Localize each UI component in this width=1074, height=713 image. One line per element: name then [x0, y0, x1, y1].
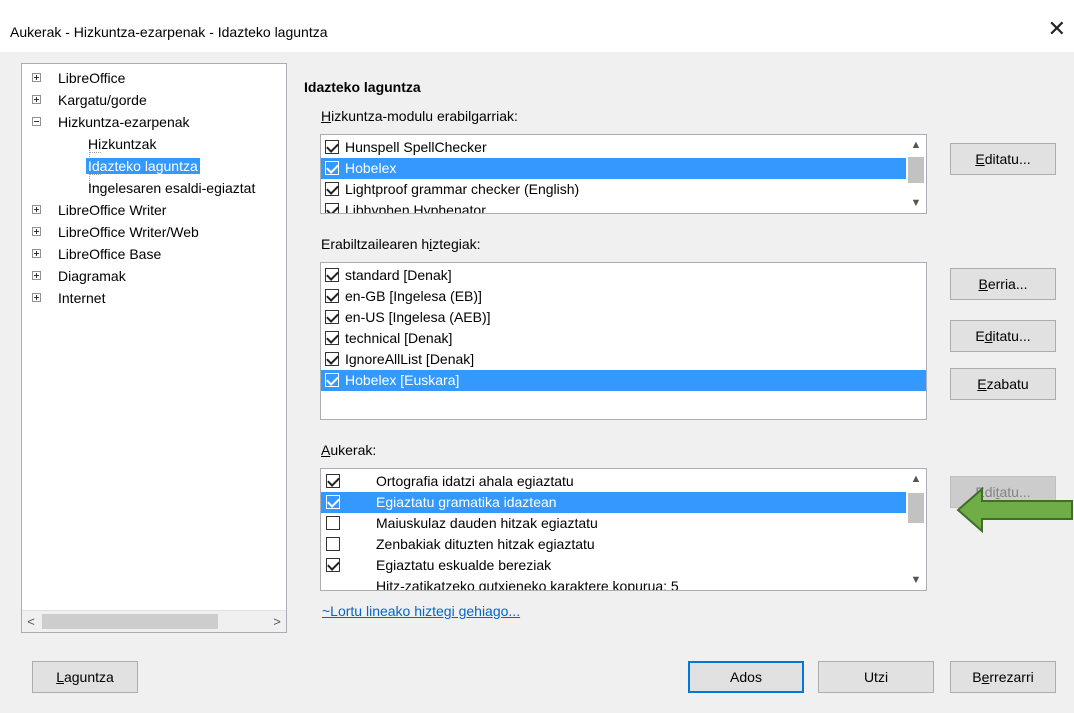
modules-scrollbar[interactable]: ▲ ▼ — [906, 135, 926, 213]
expand-icon[interactable] — [32, 271, 41, 280]
checkbox[interactable] — [325, 161, 339, 175]
list-item[interactable]: Hunspell SpellChecker — [321, 137, 906, 158]
tree-item-libreoffice-writer-web[interactable]: LibreOffice Writer/Web — [32, 221, 199, 243]
checkbox[interactable] — [325, 331, 339, 345]
page-title: Idazteko laguntza — [304, 79, 421, 95]
tree-item-label: Hizkuntza-ezarpenak — [58, 114, 190, 130]
scroll-right-icon[interactable]: > — [268, 611, 286, 632]
more-dictionaries-link[interactable]: ~Lortu lineako hiztegi gehiago... — [322, 603, 520, 619]
tree-item-label: Ingelesaren esaldi-egiaztat — [88, 180, 256, 196]
list-item[interactable]: Hitz-zatikatzeko gutxieneko karaktere ko… — [321, 576, 906, 590]
tree-item-label: Kargatu/gorde — [58, 92, 147, 108]
title-bar: Aukerak - Hizkuntza-ezarpenak - Idazteko… — [0, 0, 1074, 52]
scroll-up-icon[interactable]: ▲ — [906, 469, 926, 489]
checkbox[interactable] — [325, 310, 339, 324]
options-list[interactable]: Ortografia idatzi ahala egiaztatu Egiazt… — [320, 468, 927, 591]
checkbox[interactable] — [326, 495, 340, 509]
list-item[interactable]: Lightproof grammar checker (English) — [321, 179, 906, 200]
expand-icon[interactable] — [32, 95, 41, 104]
checkbox[interactable] — [326, 516, 340, 530]
checkbox[interactable] — [326, 558, 340, 572]
list-item[interactable]: IgnoreAllList [Denak] — [321, 349, 926, 370]
modules-edit-button[interactable]: Editatu... — [950, 143, 1056, 175]
tree-item-label: Diagramak — [58, 268, 126, 284]
tree-item-label: LibreOffice Writer — [58, 202, 167, 218]
list-item[interactable]: Hobelex — [321, 158, 906, 179]
checkbox[interactable] — [326, 537, 340, 551]
close-icon[interactable]: ✕ — [1048, 18, 1066, 40]
tree-item-kargatu-gorde[interactable]: Kargatu/gorde — [32, 89, 147, 111]
tree-item-label: LibreOffice Writer/Web — [58, 224, 199, 240]
tree-item-label: Internet — [58, 290, 106, 306]
checkbox[interactable] — [325, 373, 339, 387]
scrollbar-thumb[interactable] — [42, 614, 218, 629]
list-item[interactable]: Zenbakiak dituzten hitzak egiaztatu — [321, 534, 906, 555]
arrow-shape — [956, 486, 1073, 534]
scroll-down-icon[interactable]: ▼ — [906, 570, 926, 590]
new-dictionary-button[interactable]: Berria... — [950, 268, 1056, 300]
list-item[interactable]: standard [Denak] — [321, 265, 926, 286]
list-item[interactable]: Egiaztatu gramatika idaztean — [321, 492, 906, 513]
list-item[interactable]: Ortografia idatzi ahala egiaztatu — [321, 471, 906, 492]
scroll-down-icon[interactable]: ▼ — [906, 193, 926, 213]
list-item[interactable]: en-GB [Ingelesa (EB)] — [321, 286, 926, 307]
window-title: Aukerak - Hizkuntza-ezarpenak - Idazteko… — [10, 24, 328, 40]
modules-label: Hizkuntza-modulu erabilgarriak: — [321, 108, 518, 124]
green-arrow-icon — [956, 486, 1073, 534]
checkbox[interactable] — [325, 182, 339, 196]
tree-item-label: LibreOffice Base — [58, 246, 162, 262]
tree-item-internet[interactable]: Internet — [32, 287, 105, 309]
expand-icon[interactable] — [32, 227, 41, 236]
options-label: Aukerak: — [321, 442, 377, 458]
scrollbar-thumb[interactable] — [908, 493, 924, 523]
list-item[interactable]: technical [Denak] — [321, 328, 926, 349]
modules-list[interactable]: Hunspell SpellChecker Hobelex Lightproof… — [320, 134, 927, 214]
list-item[interactable]: Libhyphen Hyphenator — [321, 200, 906, 213]
checkbox[interactable] — [326, 474, 340, 488]
checkbox[interactable] — [325, 268, 339, 282]
expand-icon[interactable] — [32, 249, 41, 258]
checkbox[interactable] — [325, 352, 339, 366]
edit-dictionary-button[interactable]: Editatu... — [950, 320, 1056, 352]
checkbox[interactable] — [325, 289, 339, 303]
tree-item-label: LibreOffice — [58, 70, 126, 86]
checkbox[interactable] — [325, 140, 339, 154]
scroll-left-icon[interactable]: < — [22, 611, 40, 632]
expand-icon[interactable] — [32, 205, 41, 214]
expand-icon[interactable] — [32, 293, 41, 302]
list-item[interactable]: Egiaztatu eskualde bereziak — [321, 555, 906, 576]
tree-item-idazteko-laguntza[interactable]: Idazteko laguntza — [86, 155, 200, 177]
delete-dictionary-button[interactable]: Ezabatu — [950, 368, 1056, 400]
list-item[interactable]: Maiuskulaz dauden hitzak egiaztatu — [321, 513, 906, 534]
checkbox[interactable] — [325, 203, 339, 213]
tree-item-libreoffice-writer[interactable]: LibreOffice Writer — [32, 199, 166, 221]
expand-icon[interactable] — [32, 73, 41, 82]
tree-item-libreoffice[interactable]: LibreOffice — [32, 67, 125, 89]
ok-button[interactable]: Ados — [688, 661, 804, 693]
tree-item-label: Hizkuntzak — [88, 136, 157, 152]
tree-item-ingelesaren-esaldi[interactable]: Ingelesaren esaldi-egiaztat — [88, 177, 255, 199]
tree-item-libreoffice-base[interactable]: LibreOffice Base — [32, 243, 161, 265]
collapse-icon[interactable] — [32, 117, 41, 126]
options-tree[interactable]: LibreOffice Kargatu/gorde Hizkuntza-ezar… — [21, 63, 287, 633]
scrollbar-thumb[interactable] — [908, 157, 924, 183]
cancel-button[interactable]: Utzi — [818, 661, 934, 693]
list-item[interactable]: Hobelex [Euskara] — [321, 370, 926, 391]
tree-item-label: Idazteko laguntza — [86, 158, 200, 174]
dictionaries-list[interactable]: standard [Denak] en-GB [Ingelesa (EB)] e… — [320, 262, 927, 420]
options-scrollbar[interactable]: ▲ ▼ — [906, 469, 926, 590]
list-item[interactable]: en-US [Ingelesa (AEB)] — [321, 307, 926, 328]
help-button[interactable]: Laguntza — [32, 661, 138, 693]
tree-item-hizkuntzak[interactable]: Hizkuntzak — [88, 133, 156, 155]
scroll-up-icon[interactable]: ▲ — [906, 135, 926, 155]
tree-item-hizkuntza-ezarpenak[interactable]: Hizkuntza-ezarpenak — [32, 111, 190, 133]
tree-horizontal-scrollbar[interactable]: < > — [22, 610, 286, 632]
dictionaries-label: Erabiltzailearen hiztegiak: — [321, 236, 481, 252]
tree-item-diagramak[interactable]: Diagramak — [32, 265, 126, 287]
reset-button[interactable]: Berrezarri — [950, 661, 1056, 693]
